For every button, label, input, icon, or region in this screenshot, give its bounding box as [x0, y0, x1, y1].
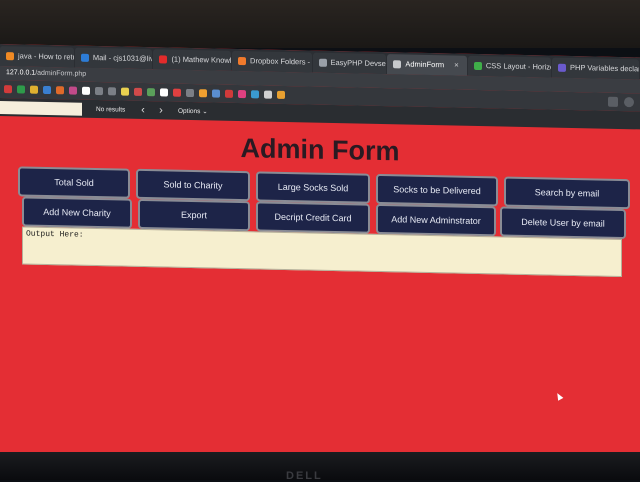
- tab-mail[interactable]: Mail - cjs1031@live.esu: [74, 47, 153, 70]
- tab-label: (1) Mathew Knowles dis: [171, 54, 232, 66]
- tab-label: Dropbox Folders - Data: [250, 56, 311, 67]
- bookmark-icon[interactable]: [212, 89, 220, 98]
- find-options-button[interactable]: Options ⌄: [178, 107, 208, 116]
- tab-favicon: [318, 58, 327, 67]
- decript-credit-card-button[interactable]: Decript Credit Card: [256, 201, 370, 234]
- browser-window: java - How to return a s Mail - cjs1031@…: [0, 44, 640, 468]
- large-socks-sold-button[interactable]: Large Socks Sold: [256, 171, 370, 204]
- address-host: 127.0.0.1: [6, 69, 36, 77]
- bookmark-icon[interactable]: [264, 90, 272, 99]
- bookmark-icon[interactable]: [95, 86, 103, 96]
- page-title: Admin Form: [240, 133, 400, 167]
- bookmark-icon[interactable]: [4, 85, 12, 94]
- tab-css-layout[interactable]: CSS Layout - Horizontal: [467, 55, 552, 78]
- bookmark-icon[interactable]: [225, 89, 233, 98]
- profile-icon[interactable]: [624, 97, 634, 108]
- bookmark-icon[interactable]: [160, 88, 168, 97]
- tab-label: java - How to return a s: [18, 51, 74, 62]
- sold-to-charity-button[interactable]: Sold to Charity: [136, 168, 250, 202]
- bookmark-icon[interactable]: [238, 89, 246, 99]
- add-new-adminstrator-button[interactable]: Add New Adminstrator: [376, 203, 496, 237]
- tab-favicon: [393, 60, 402, 69]
- socks-to-be-delivered-button[interactable]: Socks to be Delivered: [376, 173, 498, 207]
- bookmark-icon[interactable]: [147, 88, 155, 97]
- bookmark-icon[interactable]: [82, 86, 90, 95]
- tab-label: Mail - cjs1031@live.esu: [92, 52, 153, 64]
- monitor-brand-logo: DELL: [286, 470, 323, 482]
- tab-youtube[interactable]: (1) Mathew Knowles dis: [153, 49, 232, 71]
- tab-label: PHP Variables declaratio: [570, 62, 639, 74]
- search-by-email-button[interactable]: Search by email: [504, 176, 630, 210]
- address-path: /adminForm.php: [35, 69, 87, 78]
- chevron-right-icon[interactable]: ›: [156, 104, 166, 116]
- find-input[interactable]: [0, 100, 82, 116]
- bookmark-icon[interactable]: [69, 86, 77, 95]
- monitor-bezel-top: [0, 0, 640, 48]
- add-new-charity-button[interactable]: Add New Charity: [22, 196, 132, 229]
- tab-java[interactable]: java - How to return a s: [0, 46, 74, 68]
- bookmark-icon[interactable]: [30, 85, 38, 94]
- bookmark-icon[interactable]: [186, 88, 194, 98]
- bookmark-icon[interactable]: [134, 87, 142, 96]
- delete-user-by-email-button[interactable]: Delete User by email: [500, 206, 626, 240]
- export-button[interactable]: Export: [138, 198, 250, 232]
- bookmark-icon[interactable]: [108, 87, 116, 96]
- bookmark-icon[interactable]: [173, 88, 181, 97]
- tab-php-variables[interactable]: PHP Variables declaratio: [552, 57, 639, 80]
- page-content: Admin Form Total Sold Sold to Charity La…: [0, 116, 640, 467]
- mouse-pointer-icon: [554, 391, 564, 401]
- tab-favicon: [159, 55, 168, 64]
- find-status: No results: [96, 105, 126, 114]
- chevron-left-icon[interactable]: ‹: [138, 104, 148, 116]
- bookmark-icon[interactable]: [43, 85, 51, 95]
- tab-favicon: [80, 53, 89, 62]
- tab-label: EasyPHP Devserver: [330, 57, 387, 69]
- bookmark-icon[interactable]: [56, 86, 64, 95]
- bookmark-icon[interactable]: [17, 85, 25, 94]
- tab-easyphp[interactable]: EasyPHP Devserver: [312, 52, 387, 75]
- tab-favicon: [238, 56, 247, 66]
- bookmark-icon[interactable]: [251, 90, 259, 99]
- total-sold-button[interactable]: Total Sold: [18, 166, 130, 199]
- bookmark-icon[interactable]: [121, 87, 129, 96]
- bookmark-icon[interactable]: [199, 89, 207, 98]
- tab-label: CSS Layout - Horizontal: [485, 61, 552, 72]
- tab-dropbox[interactable]: Dropbox Folders - Data: [232, 50, 312, 73]
- tab-favicon: [6, 52, 14, 61]
- close-icon[interactable]: ×: [454, 56, 459, 76]
- tab-favicon: [558, 63, 567, 72]
- tab-favicon: [473, 61, 482, 71]
- bookmark-icon[interactable]: [277, 90, 285, 99]
- tab-adminform[interactable]: AdminForm ×: [387, 54, 467, 76]
- extension-icon[interactable]: [608, 96, 618, 107]
- tab-label: AdminForm: [405, 59, 445, 70]
